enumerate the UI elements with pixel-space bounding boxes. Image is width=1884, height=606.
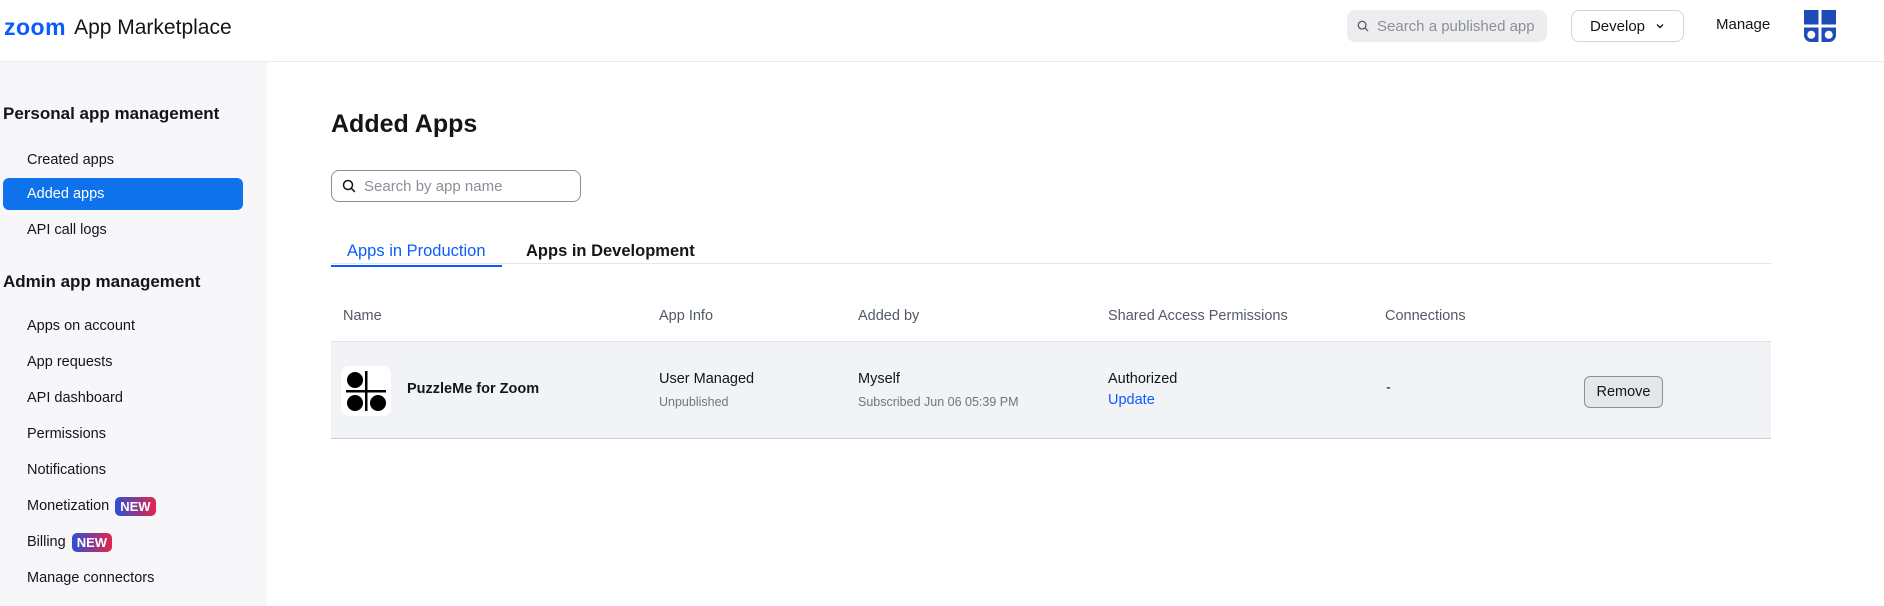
- app-info-status: Unpublished: [659, 395, 729, 409]
- permission-status: Authorized: [1108, 371, 1178, 387]
- sidebar-item-label: Monetization: [27, 498, 110, 514]
- sidebar: Personal app management Created apps Add…: [0, 62, 267, 606]
- sidebar-item-label: Notifications: [27, 462, 106, 478]
- sidebar-item-label: API dashboard: [27, 390, 123, 406]
- sidebar-item-label: Manage connectors: [27, 570, 155, 586]
- sidebar-item-app-requests[interactable]: App requests: [3, 346, 243, 378]
- user-avatar[interactable]: [1804, 10, 1836, 42]
- subscribed-date: Subscribed Jun 06 05:39 PM: [858, 395, 1019, 409]
- puzzleme-app-icon: [341, 366, 391, 416]
- sidebar-item-added-apps[interactable]: Added apps: [3, 178, 243, 210]
- app-name[interactable]: PuzzleMe for Zoom: [407, 381, 539, 397]
- app-tabs: Apps in Production Apps in Development: [331, 234, 1771, 267]
- sidebar-item-label: App requests: [27, 354, 113, 370]
- admin-section-title: Admin app management: [3, 272, 201, 291]
- column-header-name: Name: [343, 308, 382, 324]
- sidebar-item-label: Billing: [27, 534, 66, 550]
- published-app-search-input[interactable]: [1377, 17, 1547, 35]
- column-header-shared-access-permissions: Shared Access Permissions: [1108, 308, 1288, 324]
- app-name-search-input[interactable]: [364, 177, 564, 195]
- app-name-search[interactable]: [331, 170, 581, 202]
- column-header-added-by: Added by: [858, 308, 920, 324]
- zoom-app-marketplace-logo[interactable]: zoom App Marketplace: [4, 14, 232, 41]
- column-header-app-info: App Info: [659, 308, 714, 324]
- develop-dropdown[interactable]: Develop: [1571, 10, 1684, 42]
- update-permission-link[interactable]: Update: [1108, 392, 1155, 408]
- logo-text: App Marketplace: [74, 15, 232, 39]
- manage-link[interactable]: Manage: [1716, 16, 1770, 33]
- new-badge: NEW: [115, 496, 156, 516]
- sidebar-item-api-dashboard[interactable]: API dashboard: [3, 382, 243, 414]
- sidebar-item-label: API call logs: [27, 222, 107, 238]
- published-app-search[interactable]: [1347, 10, 1547, 42]
- sidebar-item-manage-connectors[interactable]: Manage connectors: [3, 562, 243, 594]
- sidebar-item-api-call-logs[interactable]: API call logs: [3, 214, 243, 246]
- sidebar-item-monetization[interactable]: Monetization NEW: [3, 490, 243, 522]
- sidebar-item-label: Added apps: [27, 186, 105, 202]
- sidebar-item-apps-on-account[interactable]: Apps on account: [3, 310, 243, 342]
- sidebar-item-label: Apps on account: [27, 318, 136, 334]
- sidebar-item-created-apps[interactable]: Created apps: [3, 144, 243, 176]
- sidebar-item-label: Created apps: [27, 152, 115, 168]
- table-row: PuzzleMe for Zoom User Managed Unpublish…: [331, 342, 1771, 439]
- search-icon: [342, 179, 356, 193]
- new-badge: NEW: [71, 532, 113, 552]
- top-header: zoom App Marketplace Develop Manage: [0, 0, 1884, 62]
- sidebar-item-permissions[interactable]: Permissions: [3, 418, 243, 450]
- added-apps-table: Name App Info Added by Shared Access Per…: [331, 296, 1771, 439]
- app-info: User Managed: [659, 371, 755, 387]
- personal-section-title: Personal app management: [3, 104, 220, 123]
- tab-apps-in-production[interactable]: Apps in Production: [331, 242, 501, 267]
- chevron-down-icon: [1656, 24, 1664, 29]
- search-icon: [1357, 20, 1369, 32]
- connections-value: -: [1386, 380, 1391, 396]
- tab-apps-in-development[interactable]: Apps in Development: [526, 242, 695, 264]
- sidebar-item-label: Permissions: [27, 426, 106, 442]
- sidebar-item-notifications[interactable]: Notifications: [3, 454, 243, 486]
- remove-app-button[interactable]: Remove: [1584, 376, 1663, 408]
- page-title: Added Apps: [331, 110, 478, 138]
- added-by: Myself: [858, 371, 900, 387]
- table-header: Name App Info Added by Shared Access Per…: [331, 296, 1771, 342]
- column-header-connections: Connections: [1385, 308, 1466, 324]
- develop-label: Develop: [1589, 17, 1646, 35]
- sidebar-item-billing[interactable]: Billing NEW: [3, 526, 243, 558]
- zoom-logo: zoom: [4, 14, 67, 40]
